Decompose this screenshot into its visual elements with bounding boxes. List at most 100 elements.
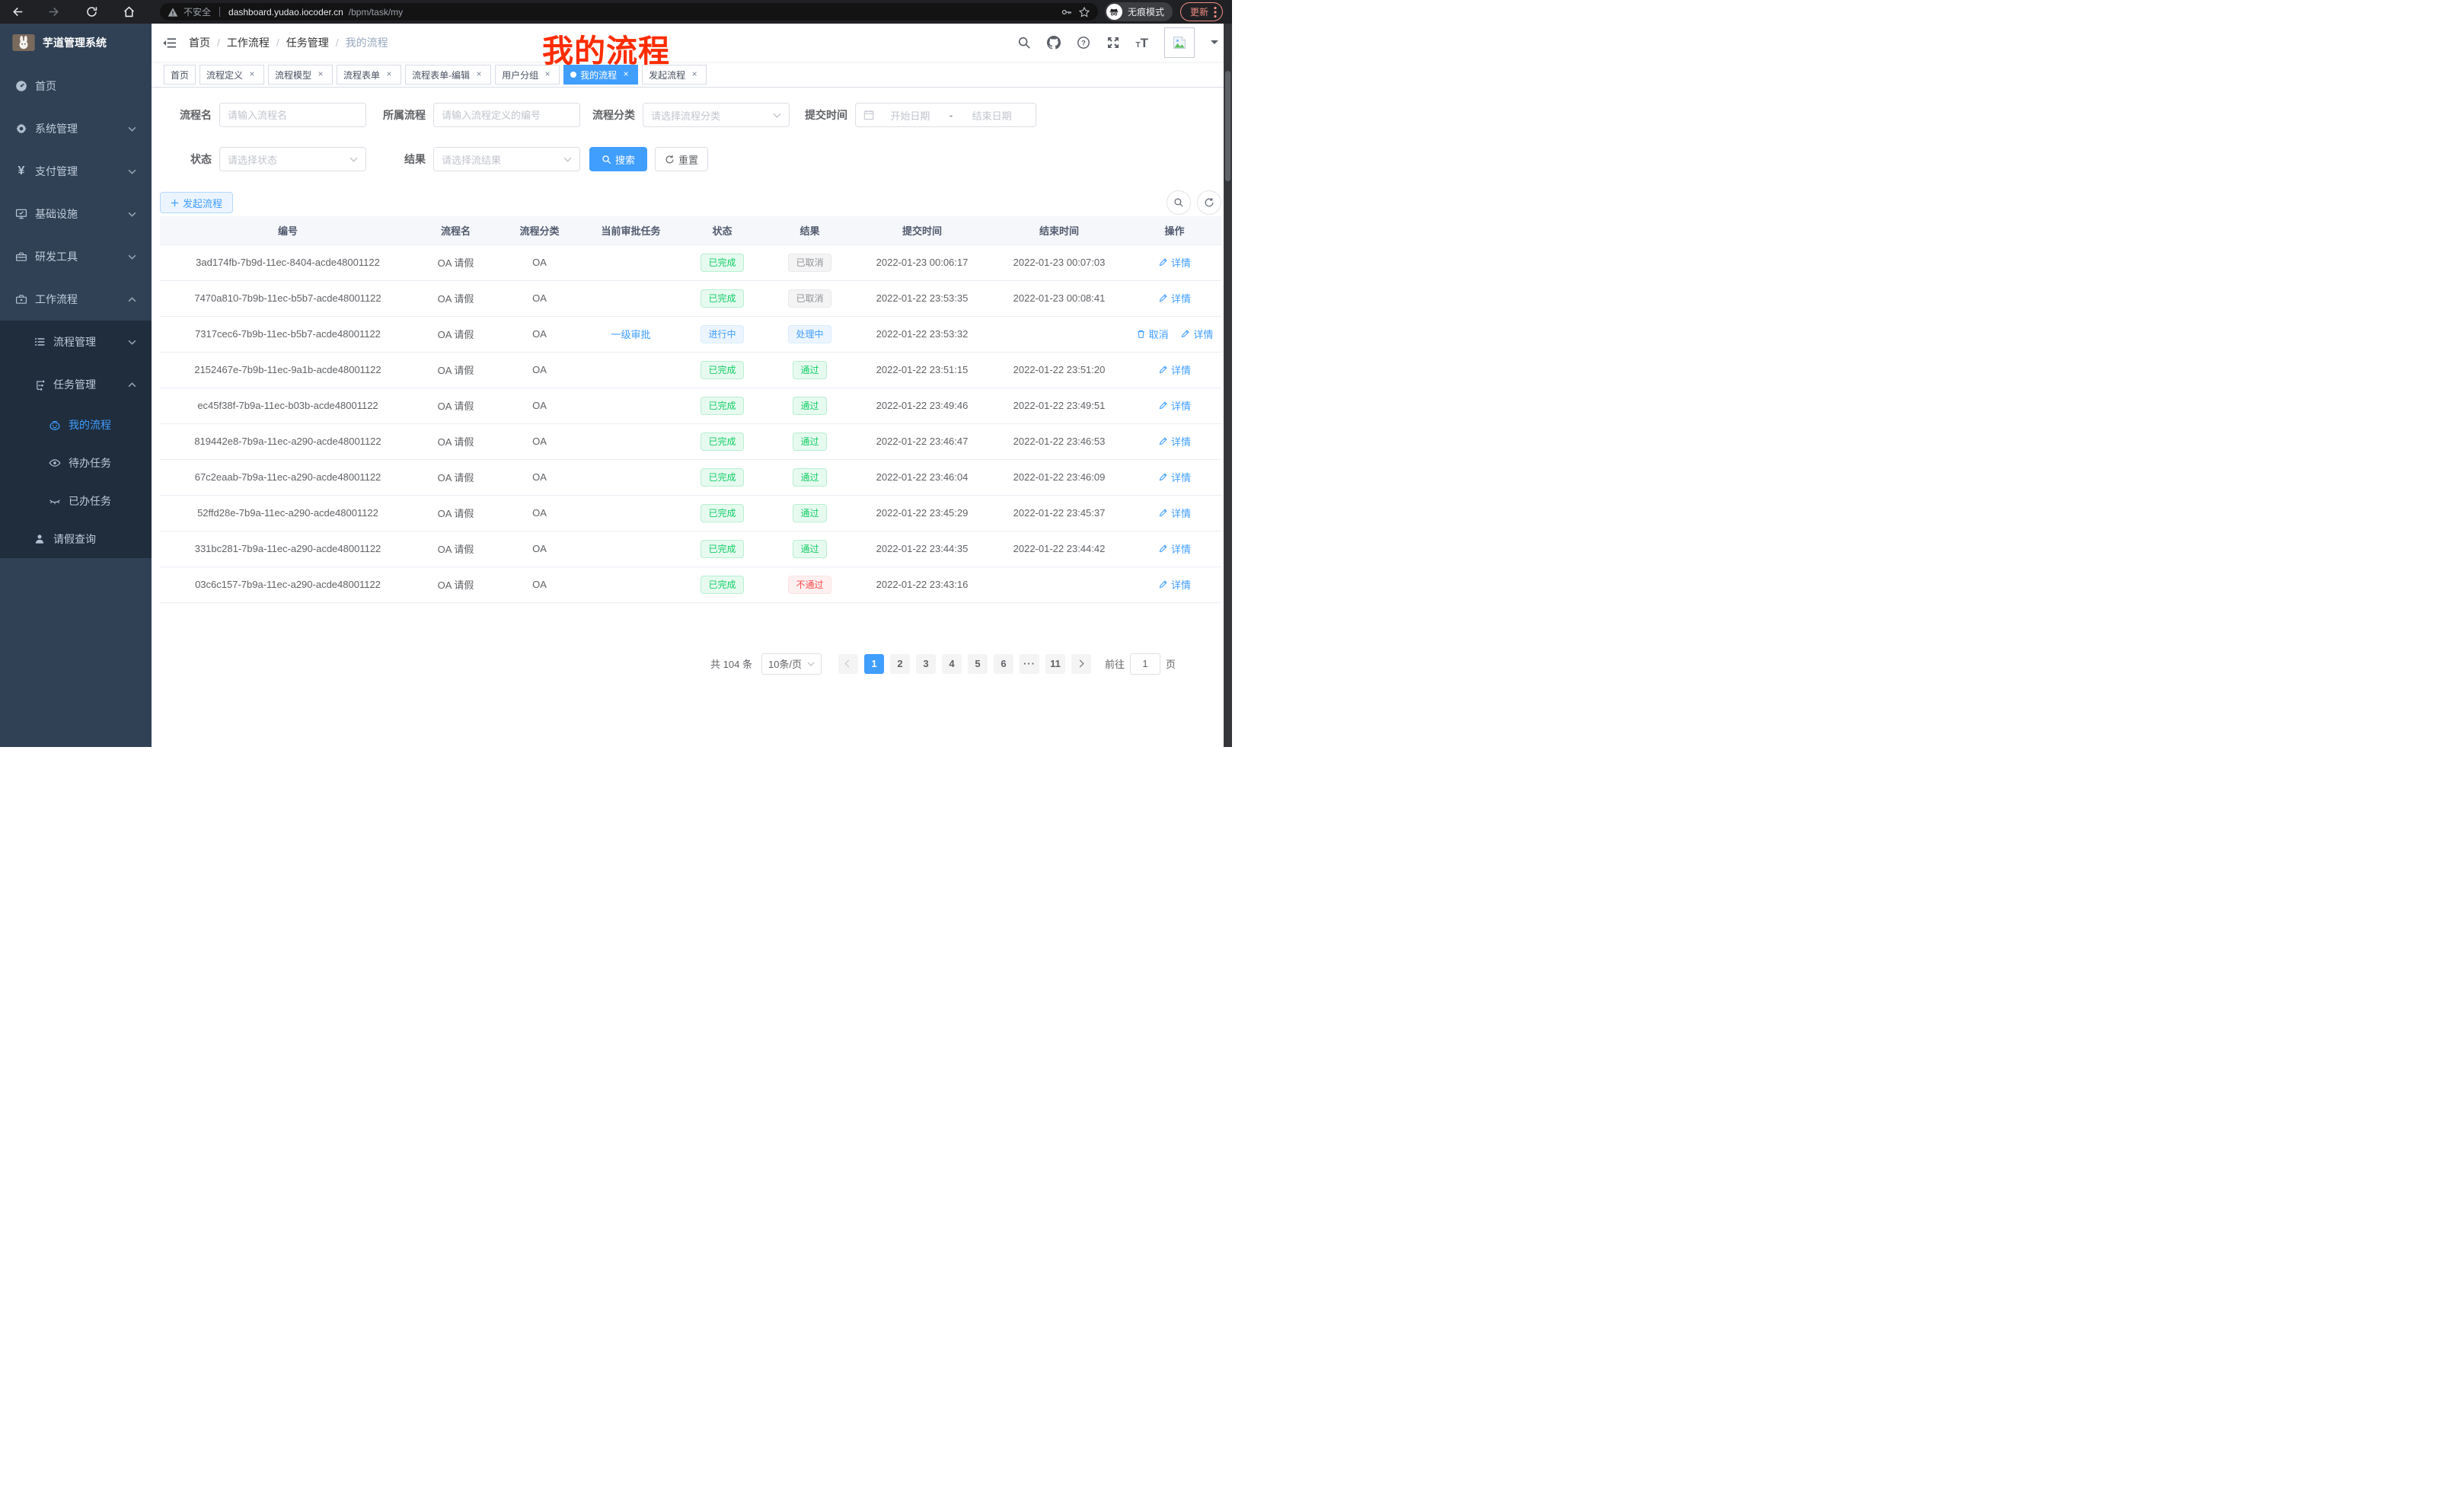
- search-icon[interactable]: [1017, 36, 1031, 49]
- submit-time-range-picker[interactable]: 开始日期 - 结束日期: [855, 103, 1036, 127]
- breadcrumb-home[interactable]: 首页: [189, 35, 210, 50]
- help-icon[interactable]: ?: [1077, 36, 1090, 49]
- edit-icon: [1158, 544, 1168, 554]
- close-icon[interactable]: ×: [689, 69, 700, 80]
- detail-link[interactable]: 详情: [1158, 255, 1191, 270]
- close-icon[interactable]: ×: [621, 69, 631, 80]
- detail-link[interactable]: 详情: [1158, 291, 1191, 305]
- next-page-button[interactable]: [1071, 654, 1091, 674]
- detail-link[interactable]: 详情: [1180, 327, 1213, 341]
- reset-button[interactable]: 重置: [655, 147, 708, 171]
- sidebar-toggle-icon[interactable]: [162, 36, 177, 50]
- detail-link[interactable]: 详情: [1158, 506, 1191, 520]
- detail-link[interactable]: 详情: [1158, 577, 1191, 592]
- back-icon[interactable]: [11, 5, 24, 18]
- sidebar-item-process-mgmt[interactable]: 流程管理: [0, 321, 152, 363]
- page-button[interactable]: 2: [890, 654, 910, 674]
- toggle-search-button[interactable]: [1167, 190, 1191, 215]
- result-badge: 通过: [793, 433, 826, 451]
- category-select[interactable]: 请选择流程分类: [643, 103, 790, 127]
- col-header-name: 流程名: [416, 216, 496, 244]
- search-button[interactable]: 搜索: [589, 147, 647, 171]
- result-select[interactable]: 请选择流结果: [433, 147, 580, 171]
- detail-link[interactable]: 详情: [1158, 398, 1191, 413]
- result-badge: 已取消: [788, 289, 831, 308]
- sidebar-item-payment[interactable]: ¥ 支付管理: [0, 150, 152, 193]
- tab-home[interactable]: 首页: [164, 65, 196, 85]
- sidebar-item-system[interactable]: 系统管理: [0, 107, 152, 150]
- sidebar-item-leave-query[interactable]: 请假查询: [0, 520, 152, 558]
- page-button[interactable]: 1: [864, 654, 884, 674]
- browser-update-button[interactable]: 更新: [1180, 2, 1223, 21]
- detail-link[interactable]: 详情: [1158, 434, 1191, 449]
- close-icon[interactable]: ×: [315, 69, 326, 80]
- sidebar-item-done-tasks[interactable]: 已办任务: [0, 482, 152, 520]
- sidebar-item-infra[interactable]: 基础设施: [0, 193, 152, 235]
- sidebar-item-task-mgmt[interactable]: 任务管理: [0, 363, 152, 406]
- forward-icon[interactable]: [48, 5, 61, 18]
- cell-name: OA 请假: [416, 495, 496, 531]
- avatar[interactable]: [1164, 27, 1195, 58]
- detail-link[interactable]: 详情: [1158, 541, 1191, 556]
- reload-icon[interactable]: [85, 5, 98, 18]
- sidebar-item-home[interactable]: 首页: [0, 65, 152, 107]
- address-bar[interactable]: 不安全 dashboard.yudao.iocoder.cn/bpm/task/…: [160, 3, 1098, 21]
- close-icon[interactable]: ×: [542, 69, 553, 80]
- current-task-link[interactable]: 一级审批: [611, 327, 650, 341]
- close-icon[interactable]: ×: [247, 69, 257, 80]
- font-size-icon[interactable]: TT: [1136, 37, 1149, 49]
- app-logo[interactable]: 芋道管理系统: [0, 24, 152, 62]
- tab-my-process[interactable]: 我的流程×: [563, 65, 638, 85]
- close-icon[interactable]: ×: [384, 69, 394, 80]
- avatar-dropdown-caret[interactable]: [1211, 40, 1218, 48]
- sidebar-item-devtools[interactable]: 研发工具: [0, 235, 152, 278]
- breadcrumb: 首页/ 工作流程/ 任务管理/ 我的流程: [189, 35, 388, 50]
- tab-process-definition[interactable]: 流程定义×: [199, 65, 264, 85]
- tab-process-model[interactable]: 流程模型×: [268, 65, 333, 85]
- detail-link[interactable]: 详情: [1158, 470, 1191, 484]
- page-button[interactable]: 6: [994, 654, 1013, 674]
- refresh-table-button[interactable]: [1197, 190, 1221, 215]
- app-title: 芋道管理系统: [43, 35, 107, 50]
- cancel-link[interactable]: 取消: [1136, 327, 1169, 341]
- scrollbar[interactable]: [1224, 24, 1232, 747]
- jump-page-input[interactable]: [1130, 653, 1160, 675]
- prev-page-button[interactable]: [838, 654, 858, 674]
- page-size-select[interactable]: 10条/页: [761, 653, 822, 675]
- github-icon[interactable]: [1047, 36, 1061, 49]
- process-name-input[interactable]: [219, 103, 366, 127]
- start-process-button[interactable]: 发起流程: [160, 192, 233, 213]
- page-button[interactable]: 3: [916, 654, 936, 674]
- sidebar-item-label: 待办任务: [69, 455, 111, 471]
- sidebar-item-workflow[interactable]: 工作流程: [0, 278, 152, 321]
- home-icon[interactable]: [123, 5, 136, 18]
- fullscreen-icon[interactable]: [1106, 36, 1120, 49]
- process-definition-input[interactable]: [433, 103, 580, 127]
- sidebar-item-todo-tasks[interactable]: 待办任务: [0, 444, 152, 482]
- page-button[interactable]: 5: [968, 654, 988, 674]
- chevron-down-icon: [128, 212, 136, 217]
- sidebar-item-label: 系统管理: [35, 121, 78, 136]
- not-secure-warning-icon[interactable]: [168, 7, 178, 18]
- tab-process-form-edit[interactable]: 流程表单-编辑×: [405, 65, 491, 85]
- detail-link[interactable]: 详情: [1158, 362, 1191, 377]
- navbar: 首页/ 工作流程/ 任务管理/ 我的流程 ? TT: [152, 24, 1232, 62]
- breadcrumb-task-mgmt[interactable]: 任务管理: [286, 35, 329, 50]
- cell-submit-time: 2022-01-22 23:46:47: [854, 423, 991, 459]
- status-select[interactable]: 请选择状态: [219, 147, 366, 171]
- close-icon[interactable]: ×: [474, 69, 484, 80]
- browser-menu-icon[interactable]: [1214, 6, 1217, 18]
- page-button[interactable]: ···: [1020, 654, 1039, 674]
- bookmark-star-icon[interactable]: [1078, 6, 1090, 18]
- page-button[interactable]: 11: [1045, 654, 1065, 674]
- page-button[interactable]: 4: [942, 654, 962, 674]
- breadcrumb-workflow[interactable]: 工作流程: [227, 35, 270, 50]
- tab-user-group[interactable]: 用户分组×: [495, 65, 560, 85]
- sidebar-item-my-process[interactable]: 我的流程: [0, 406, 152, 444]
- cell-result: 通过: [766, 423, 854, 459]
- password-key-icon[interactable]: [1061, 6, 1073, 18]
- tab-process-form[interactable]: 流程表单×: [337, 65, 401, 85]
- scrollbar-thumb[interactable]: [1225, 71, 1230, 181]
- tab-start-process[interactable]: 发起流程×: [642, 65, 707, 85]
- status-badge: 已完成: [701, 576, 743, 594]
